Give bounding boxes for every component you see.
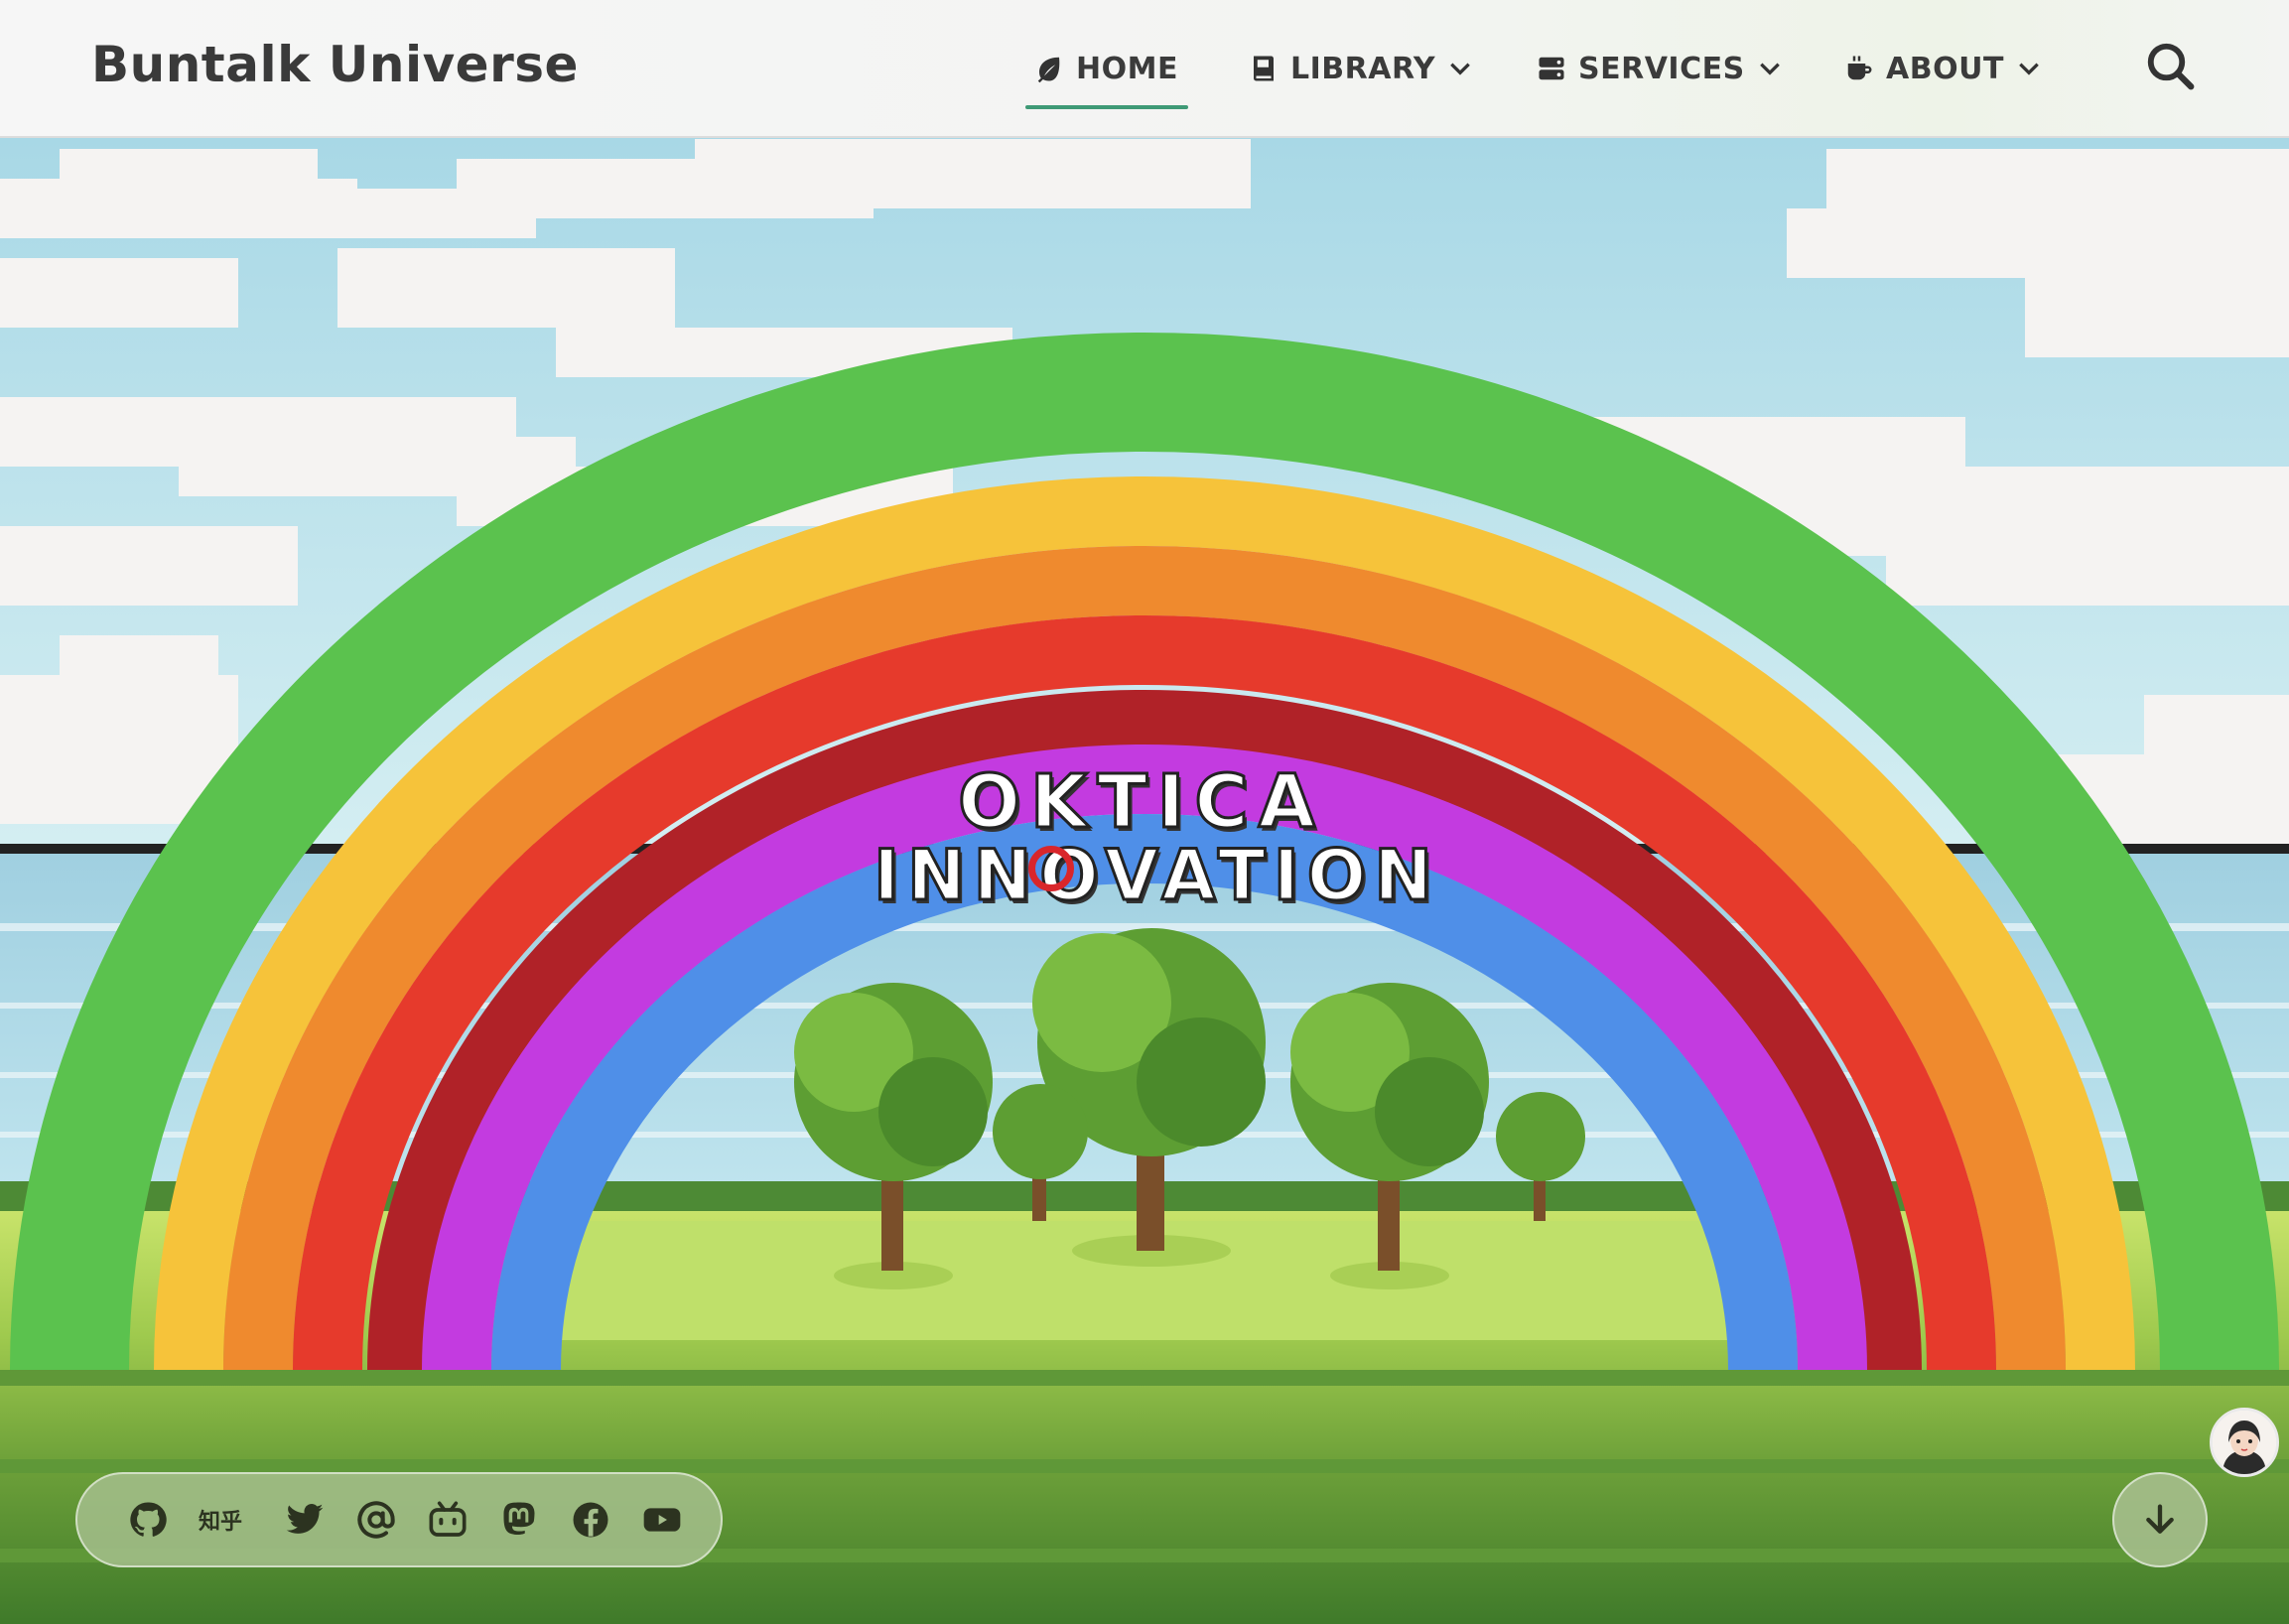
youtube-link[interactable]	[641, 1499, 683, 1541]
nav-about[interactable]: ABOUT	[1844, 44, 2042, 93]
bilibili-icon	[429, 1501, 467, 1537]
github-icon	[130, 1502, 167, 1537]
avatar[interactable]	[2210, 1408, 2279, 1477]
active-nav-indicator	[1025, 105, 1188, 109]
chevron-down-icon	[2019, 63, 2039, 75]
nav-about-label: ABOUT	[1886, 51, 2004, 86]
social-links-bar: 知乎	[75, 1472, 723, 1567]
nav-library-label: LIBRARY	[1290, 51, 1436, 86]
nav-library[interactable]: LIBRARY	[1249, 44, 1473, 93]
github-link[interactable]	[127, 1499, 169, 1541]
server-icon	[1539, 57, 1564, 80]
book-icon	[1254, 56, 1274, 81]
scroll-down-button[interactable]	[2112, 1472, 2208, 1567]
chevron-down-icon	[1759, 63, 1780, 75]
leaf-icon	[1037, 57, 1060, 83]
mastodon-link[interactable]	[498, 1499, 540, 1541]
hero-scene: OKTICA INNOVATION	[0, 0, 2289, 1624]
site-header: Buntalk Universe HOME LIBRARY SERVICES A…	[0, 0, 2289, 138]
avatar-image	[2213, 1411, 2276, 1474]
nav-home-label: HOME	[1076, 51, 1178, 86]
nav-services[interactable]: SERVICES	[1537, 44, 1783, 93]
coffee-icon	[1847, 56, 1872, 80]
twitter-link[interactable]	[284, 1499, 326, 1541]
twitter-icon	[286, 1504, 324, 1534]
youtube-icon	[643, 1508, 681, 1532]
logo-line-1: OKTICA	[957, 759, 1325, 845]
chevron-down-icon	[1450, 63, 1470, 75]
hero-logo: OKTICA INNOVATION	[873, 759, 1440, 916]
logo-line-2: INNOVATION	[873, 835, 1440, 916]
facebook-icon	[573, 1502, 608, 1538]
logo-accent-ring	[1028, 846, 1074, 891]
email-link[interactable]	[355, 1499, 397, 1541]
arrow-down-icon	[2146, 1504, 2174, 1534]
nav-home[interactable]: HOME	[1034, 44, 1178, 93]
mastodon-icon	[503, 1502, 535, 1536]
bilibili-link[interactable]	[427, 1499, 469, 1541]
search-icon[interactable]	[2144, 40, 2198, 93]
zhihu-link[interactable]: 知乎	[199, 1504, 254, 1536]
nav-services-label: SERVICES	[1578, 51, 1745, 86]
site-title[interactable]: Buntalk Universe	[91, 36, 579, 93]
at-icon	[357, 1501, 395, 1539]
facebook-link[interactable]	[570, 1499, 611, 1541]
